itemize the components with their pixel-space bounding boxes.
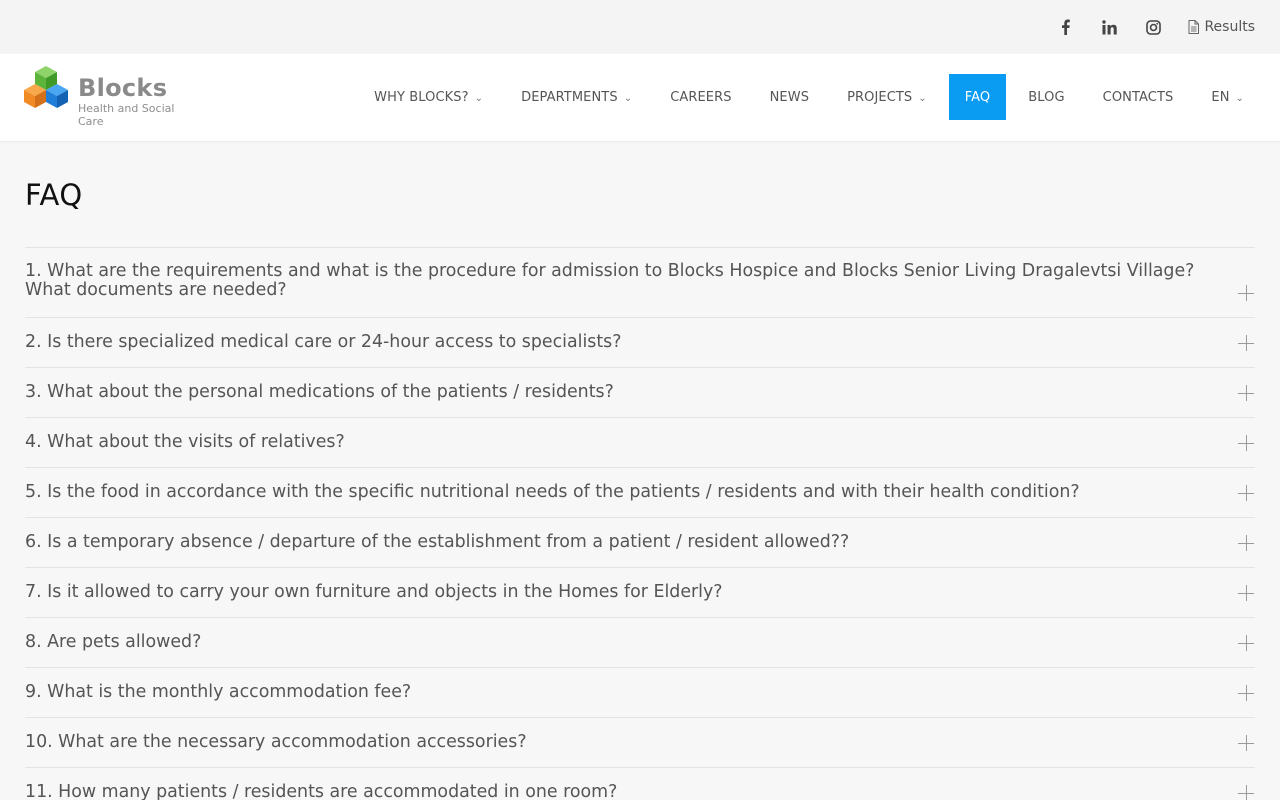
logo[interactable]: Blocks Health and Social Care bbox=[24, 66, 188, 128]
faq-question: 9. What is the monthly accommodation fee… bbox=[25, 682, 412, 702]
faq-question: 5. Is the food in accordance with the sp… bbox=[25, 482, 1080, 502]
chevron-down-icon: ⌄ bbox=[1235, 92, 1244, 104]
logo-tagline: Health and Social Care bbox=[78, 102, 175, 128]
results-label: Results bbox=[1204, 19, 1255, 35]
nav-item-faq[interactable]: FAQ bbox=[948, 74, 1007, 120]
nav-item-label: PROJECTS bbox=[847, 89, 913, 105]
faq-item[interactable]: 6. Is a temporary absence / departure of… bbox=[25, 518, 1255, 568]
faq-question: 1. What are the requirements and what is… bbox=[25, 261, 1195, 300]
nav-item-contacts[interactable]: CONTACTS bbox=[1087, 74, 1190, 120]
plus-icon[interactable] bbox=[1238, 685, 1254, 701]
nav-item-news[interactable]: NEWS bbox=[754, 74, 825, 120]
faq-item[interactable]: 1. What are the requirements and what is… bbox=[25, 248, 1255, 318]
faq-item[interactable]: 3. What about the personal medications o… bbox=[25, 368, 1255, 418]
nav-item-language[interactable]: EN ⌄ bbox=[1195, 74, 1260, 120]
faq-item[interactable]: 2. Is there specialized medical care or … bbox=[25, 318, 1255, 368]
chevron-down-icon: ⌄ bbox=[474, 92, 484, 104]
faq-question: 3. What about the personal medications o… bbox=[25, 382, 614, 402]
nav-item-label: WHY BLOCKS? bbox=[374, 89, 469, 105]
faq-item[interactable]: 5. Is the food in accordance with the sp… bbox=[25, 468, 1255, 518]
social-links: Results bbox=[1032, 0, 1255, 54]
plus-icon[interactable] bbox=[1238, 485, 1254, 501]
chevron-down-icon: ⌄ bbox=[918, 92, 927, 104]
nav-item-label: BLOG bbox=[1028, 89, 1065, 105]
nav-item-label: DEPARTMENTS bbox=[521, 89, 618, 105]
plus-icon[interactable] bbox=[1238, 785, 1254, 800]
nav-item-projects[interactable]: PROJECTS ⌄ bbox=[831, 74, 943, 120]
faq-question: 11. How many patients / residents are ac… bbox=[25, 782, 618, 800]
linkedin-icon[interactable] bbox=[1098, 16, 1120, 38]
faq-item[interactable]: 7. Is it allowed to carry your own furni… bbox=[25, 568, 1255, 618]
faq-item[interactable]: 11. How many patients / residents are ac… bbox=[25, 768, 1255, 800]
instagram-icon[interactable] bbox=[1142, 16, 1164, 38]
nav-item-blog[interactable]: BLOG bbox=[1012, 74, 1080, 120]
faq-question: 2. Is there specialized medical care or … bbox=[25, 332, 622, 352]
blocks-logo-icon bbox=[24, 66, 68, 116]
page-title: FAQ bbox=[25, 178, 83, 212]
faq-question: 6. Is a temporary absence / departure of… bbox=[25, 532, 850, 552]
nav-item-label: EN bbox=[1211, 89, 1230, 105]
plus-icon[interactable] bbox=[1238, 635, 1254, 651]
nav-item-label: FAQ bbox=[964, 89, 991, 105]
plus-icon[interactable] bbox=[1238, 385, 1254, 401]
document-icon bbox=[1188, 20, 1200, 34]
faq-question: 10. What are the necessary accommodation… bbox=[25, 732, 527, 752]
nav-item-label: CONTACTS bbox=[1102, 89, 1174, 105]
faq-item[interactable]: 8. Are pets allowed? bbox=[25, 618, 1255, 668]
faq-item[interactable]: 9. What is the monthly accommodation fee… bbox=[25, 668, 1255, 718]
main-nav: WHY BLOCKS? ⌄ DEPARTMENTS ⌄ CAREERS NEWS… bbox=[352, 74, 1260, 120]
logo-name: Blocks bbox=[78, 74, 168, 102]
plus-icon[interactable] bbox=[1238, 585, 1254, 601]
faq-item[interactable]: 4. What about the visits of relatives? bbox=[25, 418, 1255, 468]
facebook-icon[interactable] bbox=[1054, 16, 1076, 38]
nav-item-careers[interactable]: CAREERS bbox=[654, 74, 747, 120]
main-content: FAQ 1. What are the requirements and wha… bbox=[0, 178, 1280, 800]
nav-item-departments[interactable]: DEPARTMENTS ⌄ bbox=[505, 74, 648, 120]
plus-icon[interactable] bbox=[1238, 285, 1254, 301]
nav-item-label: NEWS bbox=[769, 89, 810, 105]
plus-icon[interactable] bbox=[1238, 735, 1254, 751]
top-bar: Results bbox=[0, 0, 1280, 54]
chevron-down-icon: ⌄ bbox=[623, 92, 633, 104]
results-link[interactable]: Results bbox=[1188, 19, 1255, 35]
faq-list: 1. What are the requirements and what is… bbox=[25, 247, 1255, 800]
plus-icon[interactable] bbox=[1238, 435, 1254, 451]
faq-question: 7. Is it allowed to carry your own furni… bbox=[25, 582, 723, 602]
plus-icon[interactable] bbox=[1238, 335, 1254, 351]
faq-question: 4. What about the visits of relatives? bbox=[25, 432, 345, 452]
faq-question: 8. Are pets allowed? bbox=[25, 632, 202, 652]
nav-item-why-blocks[interactable]: WHY BLOCKS? ⌄ bbox=[358, 74, 499, 120]
site-header: Blocks Health and Social Care WHY BLOCKS… bbox=[0, 54, 1280, 142]
faq-item[interactable]: 10. What are the necessary accommodation… bbox=[25, 718, 1255, 768]
nav-item-label: CAREERS bbox=[670, 89, 732, 105]
plus-icon[interactable] bbox=[1238, 535, 1254, 551]
